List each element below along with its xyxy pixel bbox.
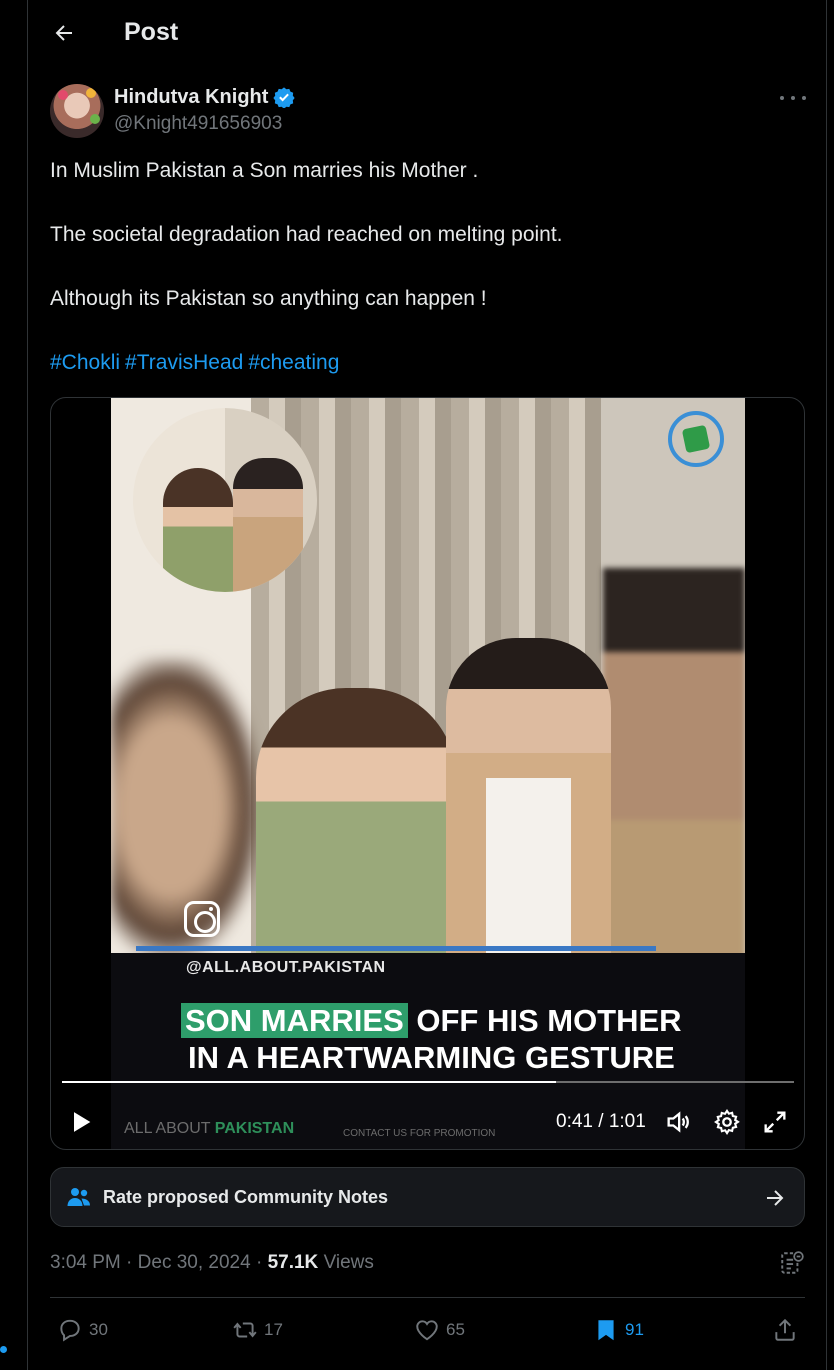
video-caption-line1: SON MARRIES OFF HIS MOTHER bbox=[181, 1003, 682, 1039]
person-shirt bbox=[486, 778, 571, 958]
hashtag-link[interactable]: #Chokli bbox=[50, 351, 120, 374]
arrow-right-icon bbox=[767, 1190, 784, 1206]
hashtag-link[interactable]: #cheating bbox=[248, 351, 339, 374]
action-bar-divider bbox=[50, 1297, 805, 1298]
community-notes-label: Rate proposed Community Notes bbox=[103, 1187, 389, 1207]
play-icon[interactable] bbox=[67, 1108, 95, 1136]
video-handle-tag: @ALL.ABOUT.PAKISTAN bbox=[186, 959, 386, 976]
settings-gear-icon[interactable] bbox=[713, 1108, 741, 1136]
layout-divider-right bbox=[826, 0, 827, 1370]
bookmark-button[interactable]: 91 bbox=[593, 1316, 644, 1344]
post-header: Post bbox=[28, 0, 826, 66]
people-icon bbox=[67, 1188, 90, 1206]
post-text-line: The societal degradation had reached on … bbox=[50, 223, 563, 246]
notification-dot bbox=[0, 1346, 7, 1353]
back-button[interactable] bbox=[48, 17, 80, 49]
layout-divider-left bbox=[27, 0, 28, 1370]
repost-button[interactable]: 17 bbox=[232, 1316, 283, 1344]
reply-count: 30 bbox=[89, 1320, 108, 1339]
post-text-line: Although its Pakistan so anything can ha… bbox=[50, 287, 487, 310]
fullscreen-icon[interactable] bbox=[761, 1108, 789, 1136]
community-notes-button[interactable]: Rate proposed Community Notes bbox=[50, 1167, 805, 1227]
promo-watermark: CONTACT US FOR PROMOTION bbox=[343, 1128, 496, 1139]
author-handle[interactable]: @Knight491656903 bbox=[114, 113, 282, 135]
repost-count: 17 bbox=[264, 1320, 283, 1339]
like-button[interactable]: 65 bbox=[414, 1316, 465, 1344]
analytics-icon[interactable] bbox=[779, 1250, 805, 1276]
heart-icon bbox=[416, 1320, 438, 1341]
caption-rest: OFF HIS MOTHER bbox=[407, 1003, 682, 1038]
post-text-line: In Muslim Pakistan a Son marries his Mot… bbox=[50, 159, 479, 182]
repost-icon bbox=[233, 1322, 257, 1338]
views-count: 57.1K bbox=[267, 1252, 319, 1273]
reply-icon bbox=[60, 1319, 80, 1342]
views-label: Views bbox=[323, 1252, 374, 1273]
like-count: 65 bbox=[446, 1320, 465, 1339]
video-time: 0:41 / 1:01 bbox=[556, 1111, 646, 1132]
share-icon bbox=[775, 1318, 795, 1341]
dot-icon bbox=[791, 96, 795, 100]
hashtag-list: #Chokli #TravisHead #cheating bbox=[50, 351, 344, 375]
video-caption-line2: IN A HEARTWARMING GESTURE bbox=[188, 1040, 675, 1075]
dot-icon bbox=[802, 96, 806, 100]
avatar[interactable] bbox=[50, 84, 104, 138]
post-time[interactable]: 3:04 PM bbox=[50, 1252, 121, 1273]
more-options-button[interactable] bbox=[780, 88, 806, 108]
dot-icon bbox=[780, 96, 784, 100]
reply-button[interactable]: 30 bbox=[57, 1316, 108, 1344]
channel-logo-icon bbox=[668, 411, 724, 467]
post-date[interactable]: Dec 30, 2024 bbox=[138, 1252, 251, 1273]
share-button[interactable] bbox=[772, 1316, 798, 1344]
video-brand-watermark: ALL ABOUT PAKISTAN bbox=[124, 1120, 295, 1137]
bookmark-icon bbox=[598, 1320, 614, 1341]
volume-icon[interactable] bbox=[664, 1108, 692, 1136]
post-metadata: 3:04 PM · Dec 30, 2024 · 57.1K Views bbox=[50, 1252, 374, 1273]
caption-highlight: SON MARRIES bbox=[181, 1003, 408, 1038]
page-title: Post bbox=[124, 18, 179, 46]
circle-photo-inset bbox=[133, 408, 317, 592]
verified-badge-icon bbox=[273, 87, 295, 108]
hashtag-link[interactable]: #TravisHead bbox=[125, 351, 243, 374]
accent-line bbox=[136, 946, 656, 951]
instagram-icon bbox=[184, 901, 220, 937]
author-name[interactable]: Hindutva Knight bbox=[114, 86, 268, 109]
video-progress-fill bbox=[62, 1081, 557, 1083]
arrow-left-icon bbox=[55, 25, 72, 41]
bookmark-count: 91 bbox=[625, 1320, 644, 1339]
video-player[interactable]: @ALL.ABOUT.PAKISTAN SON MARRIES OFF HIS … bbox=[50, 397, 805, 1150]
video-frame: @ALL.ABOUT.PAKISTAN SON MARRIES OFF HIS … bbox=[111, 398, 745, 1149]
person-figure bbox=[256, 688, 456, 958]
